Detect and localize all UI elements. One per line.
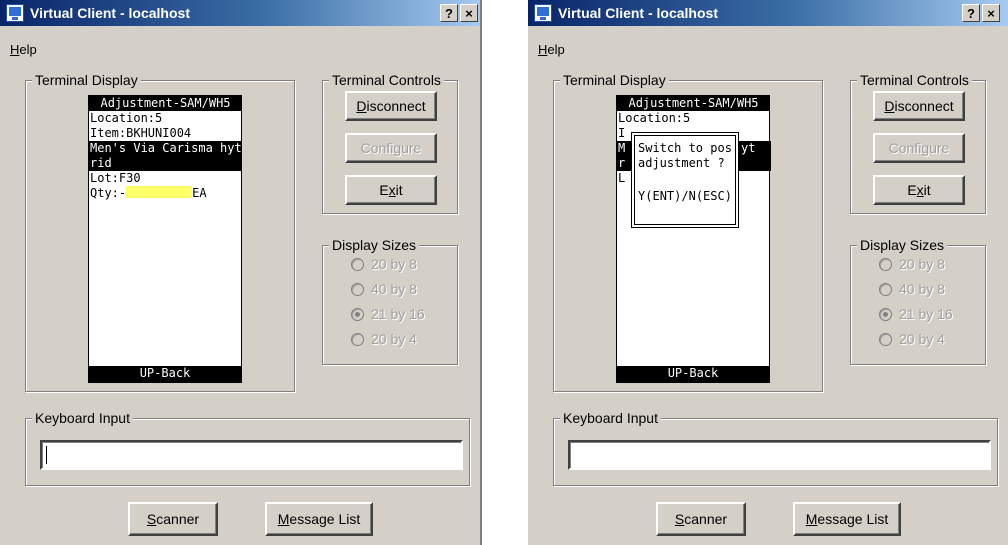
radio-label: 20 by 4: [371, 331, 417, 347]
radio-20-by-8[interactable]: 20 by 8: [879, 256, 945, 272]
title-bar: Virtual Client - localhost ? ×: [528, 0, 1008, 26]
radio-label: 40 by 8: [899, 281, 945, 297]
screen-footer: UP-Back: [89, 366, 241, 382]
terminal-controls-legend: Terminal Controls: [329, 72, 444, 88]
text-caret: [46, 446, 47, 464]
terminal-screen[interactable]: Adjustment-SAM/WH5 Location:5 Item:BKHUN…: [88, 95, 242, 383]
close-button[interactable]: ×: [982, 4, 1000, 22]
exit-button[interactable]: Ex it: [345, 175, 437, 205]
radio-button-checked-icon: [879, 307, 892, 321]
close-button[interactable]: ×: [460, 4, 478, 22]
help-button[interactable]: ?: [962, 4, 980, 22]
display-sizes-legend: Display Sizes: [329, 237, 420, 253]
app-icon: [534, 4, 552, 22]
qty-input-field[interactable]: [126, 186, 193, 198]
virtual-client-window-right: Virtual Client - localhost ? × Help Term…: [528, 0, 1008, 545]
dialog-options: Y(ENT)/N(ESC): [638, 189, 732, 203]
scanner-button[interactable]: Scanner: [656, 502, 746, 536]
message-list-button[interactable]: Message List: [265, 502, 373, 536]
keyboard-input-legend: Keyboard Input: [32, 410, 133, 426]
keyboard-input-field[interactable]: [568, 440, 991, 470]
dialog-message-line2: adjustment ?: [638, 156, 725, 170]
radio-21-by-16[interactable]: 21 by 16: [879, 306, 953, 322]
terminal-controls-legend: Terminal Controls: [857, 72, 972, 88]
display-sizes-legend: Display Sizes: [857, 237, 948, 253]
screen-line-location: Location:5: [618, 111, 691, 125]
screen-line-item: Item:BKHUNI004: [90, 126, 192, 140]
radio-label: 40 by 8: [371, 281, 417, 297]
dialog-message-line1: Switch to positi: [638, 141, 732, 155]
radio-label: 20 by 4: [899, 331, 945, 347]
keyboard-input-group: Keyboard Input: [25, 410, 470, 486]
message-list-button[interactable]: Message List: [793, 502, 901, 536]
terminal-controls-group: Terminal Controls Disconnect Configure E…: [322, 72, 458, 214]
menu-help[interactable]: Help: [10, 42, 37, 57]
screen-footer: UP-Back: [617, 366, 769, 382]
radio-button-icon: [351, 282, 364, 296]
radio-20-by-8[interactable]: 20 by 8: [351, 256, 417, 272]
screen-line-location: Location:5: [90, 111, 163, 125]
radio-button-icon: [879, 332, 892, 346]
keyboard-input-group: Keyboard Input: [553, 410, 998, 486]
radio-20-by-4[interactable]: 20 by 4: [879, 331, 945, 347]
window-title: Virtual Client - localhost: [558, 5, 718, 21]
scanner-button[interactable]: Scanner: [128, 502, 218, 536]
window-title: Virtual Client - localhost: [30, 5, 190, 21]
screen-line-qty: Qty:- EA: [89, 186, 241, 201]
radio-21-by-16[interactable]: 21 by 16: [351, 306, 425, 322]
confirm-dialog[interactable]: Switch to positi adjustment ? Y(ENT)/N(E…: [631, 132, 739, 228]
radio-button-checked-icon: [351, 307, 364, 321]
radio-button-icon: [351, 257, 364, 271]
radio-20-by-4[interactable]: 20 by 4: [351, 331, 417, 347]
radio-40-by-8[interactable]: 40 by 8: [351, 281, 417, 297]
radio-label: 20 by 8: [899, 256, 945, 272]
exit-button[interactable]: Ex it: [873, 175, 965, 205]
terminal-display-group: Terminal Display Adjustment-SAM/WH5 Loca…: [553, 72, 823, 392]
qty-unit: EA: [192, 186, 207, 200]
title-bar: Virtual Client - localhost ? ×: [0, 0, 480, 26]
screen-line-description: Men's Via Carisma hyt: [89, 141, 241, 156]
help-button[interactable]: ?: [440, 4, 458, 22]
terminal-controls-group: Terminal Controls Disconnect Configure E…: [850, 72, 986, 214]
screen-description-behind-text: yt: [741, 141, 756, 155]
radio-label: 21 by 16: [371, 306, 425, 322]
virtual-client-window-left: Virtual Client - localhost ? × Help Term…: [0, 0, 482, 545]
screen-line-lot: Lot:F30: [90, 171, 141, 185]
radio-button-icon: [351, 332, 364, 346]
radio-button-icon: [879, 282, 892, 296]
keyboard-input-legend: Keyboard Input: [560, 410, 661, 426]
terminal-screen[interactable]: Adjustment-SAM/WH5 Location:5 I M r L yt…: [616, 95, 771, 383]
terminal-display-legend: Terminal Display: [32, 72, 141, 88]
display-sizes-group: Display Sizes 20 by 8 40 by 8 21 by 16 2…: [850, 237, 986, 365]
terminal-display-group: Terminal Display Adjustment-SAM/WH5 Loca…: [25, 72, 295, 392]
screen-line-description-cont: rid: [89, 156, 241, 171]
radio-button-icon: [879, 257, 892, 271]
disconnect-button[interactable]: Disconnect: [873, 91, 965, 121]
qty-label: Qty:-: [90, 186, 127, 200]
screen-header: Adjustment-SAM/WH5: [617, 96, 769, 111]
menu-help[interactable]: Help: [538, 42, 565, 57]
terminal-display-legend: Terminal Display: [560, 72, 669, 88]
configure-button[interactable]: Configure: [873, 133, 965, 163]
app-icon: [6, 4, 24, 22]
screen-description-behind: yt: [739, 141, 771, 171]
configure-button[interactable]: Configure: [345, 133, 437, 163]
radio-label: 21 by 16: [899, 306, 953, 322]
disconnect-button[interactable]: Disconnect: [345, 91, 437, 121]
radio-label: 20 by 8: [371, 256, 417, 272]
radio-40-by-8[interactable]: 40 by 8: [879, 281, 945, 297]
screen-header: Adjustment-SAM/WH5: [89, 96, 241, 111]
display-sizes-group: Display Sizes 20 by 8 40 by 8 21 by 16 2…: [322, 237, 458, 365]
keyboard-input-field[interactable]: [40, 440, 463, 470]
